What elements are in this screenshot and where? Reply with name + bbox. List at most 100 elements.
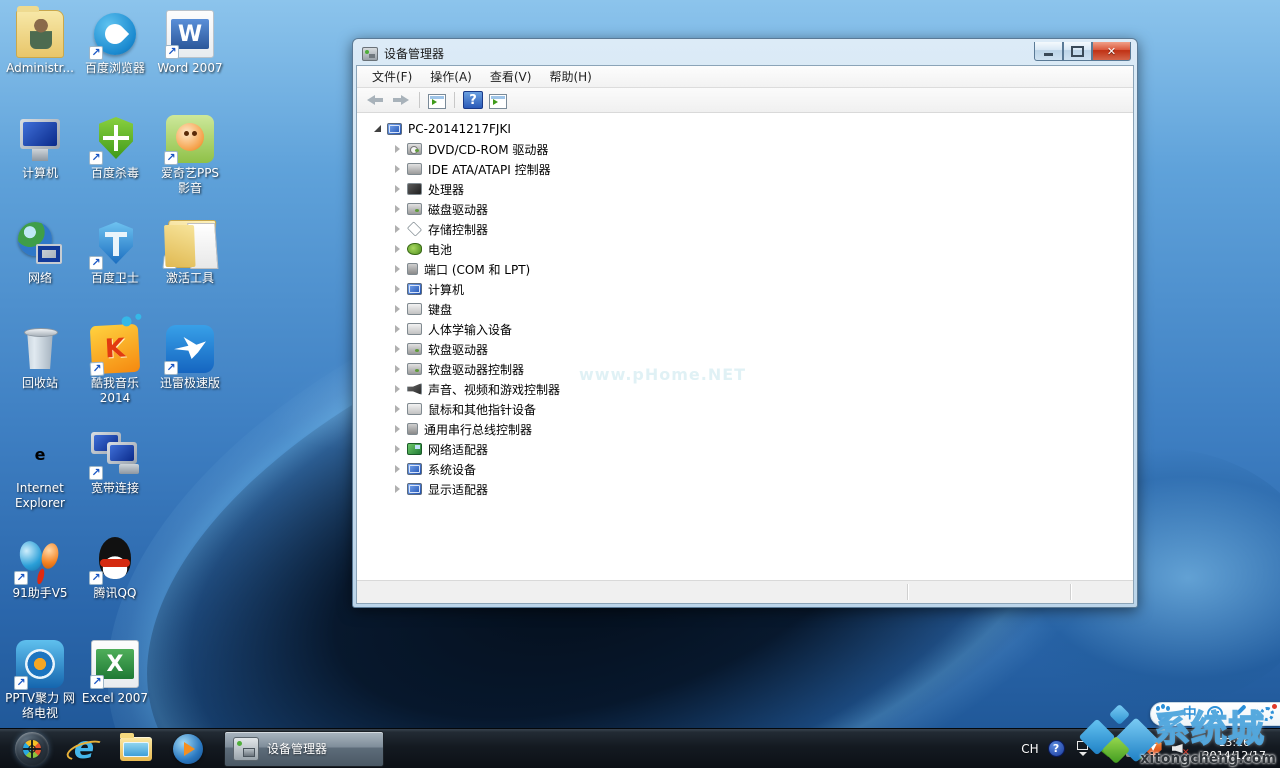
expand-icon[interactable] bbox=[393, 484, 403, 494]
desktop-icon-network[interactable]: 网络 bbox=[4, 220, 76, 286]
desktop-icon-xunlei[interactable]: 迅雷极速版 bbox=[154, 325, 226, 391]
baidu-logo-icon[interactable] bbox=[1156, 706, 1172, 722]
task-device-manager[interactable]: 设备管理器 bbox=[224, 731, 384, 767]
tree-item[interactable]: 存储控制器 bbox=[357, 219, 1133, 239]
tree-item-label: 处理器 bbox=[428, 181, 464, 198]
tree-item[interactable]: 软盘驱动器 bbox=[357, 339, 1133, 359]
expand-icon[interactable] bbox=[393, 324, 403, 334]
expand-icon[interactable] bbox=[393, 184, 403, 194]
desktop-icon-excel[interactable]: XExcel 2007 bbox=[79, 640, 151, 706]
tree-root[interactable]: PC-20141217FJKI bbox=[357, 119, 1133, 139]
expand-icon[interactable] bbox=[393, 224, 403, 234]
tree-item[interactable]: 磁盘驱动器 bbox=[357, 199, 1133, 219]
shortcut-arrow-icon bbox=[164, 151, 178, 165]
usb-safely-remove-icon[interactable] bbox=[1126, 740, 1136, 757]
action-pane-icon[interactable] bbox=[489, 94, 507, 109]
taskbar-internet-explorer[interactable]: e bbox=[58, 731, 110, 767]
tree-item[interactable]: 网络适配器 bbox=[357, 439, 1133, 459]
back-icon[interactable] bbox=[365, 91, 385, 109]
volume-muted-icon[interactable] bbox=[1171, 740, 1188, 757]
expand-icon[interactable] bbox=[393, 404, 403, 414]
language-indicator[interactable]: CH bbox=[1021, 742, 1038, 756]
chinese-mode-icon[interactable]: 中 bbox=[1182, 706, 1198, 722]
tree-item[interactable]: 软盘驱动器控制器 bbox=[357, 359, 1133, 379]
tree-item[interactable]: 端口 (COM 和 LPT) bbox=[357, 259, 1133, 279]
tree-item-label: 软盘驱动器 bbox=[428, 341, 488, 358]
help-icon[interactable] bbox=[463, 91, 483, 109]
desktop-icon-baidu-antivirus[interactable]: 百度杀毒 bbox=[79, 115, 151, 181]
expand-icon[interactable] bbox=[393, 264, 403, 274]
device-manager-window: 设备管理器 文件(F) 操作(A) 查看(V) 帮助(H) bbox=[352, 38, 1138, 608]
expand-icon[interactable] bbox=[393, 244, 403, 254]
expand-icon[interactable] bbox=[393, 424, 403, 434]
desktop-icon-broadband[interactable]: 宽带连接 bbox=[79, 430, 151, 496]
maximize-button[interactable] bbox=[1063, 42, 1092, 61]
tree-item[interactable]: 声音、视频和游戏控制器 bbox=[357, 379, 1133, 399]
expand-icon[interactable] bbox=[393, 144, 403, 154]
desktop-icon-baidu-browser[interactable]: 百度浏览器 bbox=[79, 10, 151, 76]
expand-icon[interactable] bbox=[393, 344, 403, 354]
restore-language-bar-icon[interactable] bbox=[1074, 740, 1091, 757]
expand-icon[interactable] bbox=[393, 464, 403, 474]
menu-help[interactable]: 帮助(H) bbox=[540, 65, 600, 88]
desktop-icon-pptv[interactable]: PPTV聚力 网络电视 bbox=[4, 640, 76, 721]
expand-icon[interactable] bbox=[393, 284, 403, 294]
tree-item[interactable]: 显示适配器 bbox=[357, 479, 1133, 499]
collapse-icon[interactable] bbox=[373, 124, 383, 134]
system-devices-icon bbox=[407, 463, 422, 475]
expand-icon[interactable] bbox=[393, 384, 403, 394]
tree-item[interactable]: 计算机 bbox=[357, 279, 1133, 299]
title-bar[interactable]: 设备管理器 bbox=[356, 42, 1134, 65]
desktop-icon-kuwo-music[interactable]: K酷我音乐 2014 bbox=[79, 325, 151, 406]
taskbar-windows-explorer[interactable] bbox=[110, 731, 162, 767]
settings-gear-icon[interactable] bbox=[1259, 706, 1275, 722]
minimize-button[interactable] bbox=[1034, 42, 1063, 61]
desktop-icon-91-assistant[interactable]: 91助手V5 bbox=[4, 535, 76, 601]
tree-item[interactable]: 处理器 bbox=[357, 179, 1133, 199]
desktop-icon-recycle-bin[interactable]: 回收站 bbox=[4, 325, 76, 391]
tree-item[interactable]: DVD/CD-ROM 驱动器 bbox=[357, 139, 1133, 159]
tree-item[interactable]: IDE ATA/ATAPI 控制器 bbox=[357, 159, 1133, 179]
help-icon[interactable] bbox=[1048, 740, 1065, 757]
menu-action[interactable]: 操作(A) bbox=[421, 65, 481, 88]
desktop-icon-qq[interactable]: 腾讯QQ bbox=[79, 535, 151, 601]
baidu-antivirus-icon[interactable] bbox=[1100, 740, 1117, 757]
close-button[interactable] bbox=[1092, 42, 1131, 61]
expand-icon[interactable] bbox=[393, 444, 403, 454]
device-manager-icon bbox=[362, 47, 378, 61]
window-title: 设备管理器 bbox=[384, 45, 444, 62]
tree-item-label: 系统设备 bbox=[428, 461, 476, 478]
console-window-icon[interactable] bbox=[428, 94, 446, 109]
baidu-weishi-icon[interactable] bbox=[1145, 740, 1162, 757]
handwriting-icon[interactable] bbox=[1233, 706, 1249, 722]
menu-view[interactable]: 查看(V) bbox=[481, 65, 541, 88]
ime-toolbar[interactable]: 中 bbox=[1150, 702, 1280, 726]
expand-icon[interactable] bbox=[393, 204, 403, 214]
toolbar-separator bbox=[419, 92, 420, 108]
smiley-icon[interactable] bbox=[1207, 706, 1223, 722]
desktop-icon-internet-explorer[interactable]: eInternet Explorer bbox=[4, 430, 76, 511]
menu-file[interactable]: 文件(F) bbox=[363, 65, 421, 88]
tree-item[interactable]: 通用串行总线控制器 bbox=[357, 419, 1133, 439]
desktop-icon-user-folder[interactable]: Administr... bbox=[4, 10, 76, 76]
forward-icon[interactable] bbox=[391, 91, 411, 109]
desktop-icon-word[interactable]: WWord 2007 bbox=[154, 10, 226, 76]
desktop-icon-pps[interactable]: 爱奇艺PPS 影音 bbox=[154, 115, 226, 196]
desktop-icon-computer[interactable]: 计算机 bbox=[4, 115, 76, 181]
expand-icon[interactable] bbox=[393, 304, 403, 314]
expand-icon[interactable] bbox=[393, 164, 403, 174]
desktop-icon-label: 百度卫士 bbox=[79, 271, 151, 286]
expand-icon[interactable] bbox=[393, 364, 403, 374]
tree-item[interactable]: 鼠标和其他指针设备 bbox=[357, 399, 1133, 419]
desktop-icon-baidu-weishi[interactable]: 百度卫士 bbox=[79, 220, 151, 286]
tree-item[interactable]: 电池 bbox=[357, 239, 1133, 259]
tree-item[interactable]: 键盘 bbox=[357, 299, 1133, 319]
clock[interactable]: 13:16 2014/12/17 bbox=[1197, 736, 1272, 762]
taskbar-media-player[interactable] bbox=[162, 731, 214, 767]
tree-item[interactable]: 人体学输入设备 bbox=[357, 319, 1133, 339]
storage-controller-icon bbox=[407, 221, 422, 236]
desktop-icon-activation-folder[interactable]: 激活工具 bbox=[154, 220, 226, 286]
start-button[interactable] bbox=[6, 731, 58, 767]
tree-item[interactable]: 系统设备 bbox=[357, 459, 1133, 479]
statusbar-separator bbox=[1070, 584, 1071, 600]
